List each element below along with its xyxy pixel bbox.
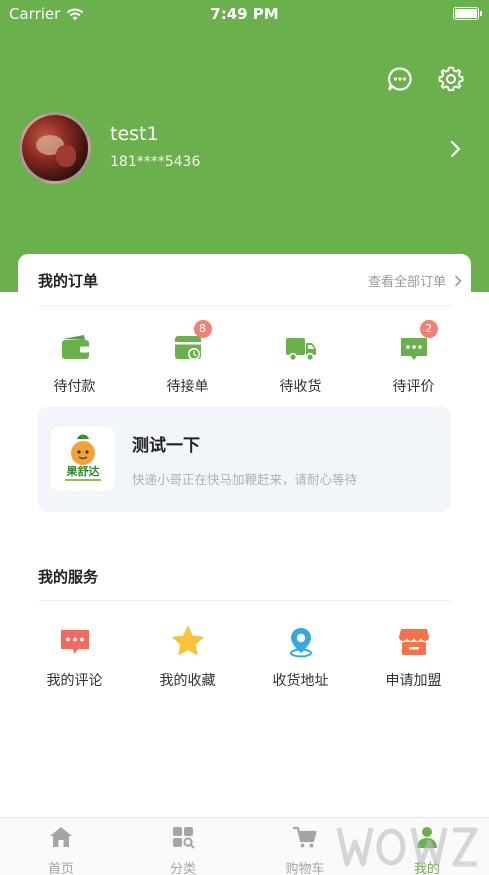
order-item-pending-review[interactable]: 2 待评价 (357, 320, 470, 396)
comment-icon (60, 630, 89, 654)
star-icon (172, 626, 203, 656)
chevron-right-icon (455, 275, 462, 286)
tab-home[interactable]: 首页 (11, 824, 111, 875)
order-item-pending-payment[interactable]: 待付款 (18, 330, 131, 396)
tab-label: 首页 (47, 862, 74, 875)
order-item-label: 待收货 (279, 379, 322, 395)
home-icon (50, 827, 72, 847)
phone-number: 181****5436 (110, 154, 201, 170)
see-all-orders-label: 查看全部订单 (367, 275, 446, 290)
shop-icon (398, 629, 429, 655)
notice-description: 快递小哥正在快马加鞭赶来，请耐心等待 (132, 472, 358, 487)
category-icon (173, 827, 195, 849)
order-item-pending-acceptance[interactable]: 8 待接单 (131, 320, 244, 396)
orders-divider (38, 305, 451, 306)
order-item-label: 待接单 (166, 379, 209, 395)
brand-logo: 果舒达 (51, 427, 115, 491)
delivery-notice-card[interactable]: 果舒达 测试一下 快递小哥正在快马加鞭赶来，请耐心等待 (38, 407, 451, 512)
tab-category[interactable]: 分类 (133, 824, 233, 875)
order-item-label: 待付款 (53, 379, 96, 395)
cart-icon (292, 826, 317, 848)
services-divider (38, 600, 451, 601)
delivery-truck-icon (285, 338, 316, 362)
battery-icon (453, 7, 482, 20)
service-item-shipping-address[interactable]: 收货地址 (244, 624, 357, 690)
service-item-my-comments[interactable]: 我的评论 (18, 624, 131, 690)
location-pin-icon (289, 628, 312, 658)
service-item-label: 我的评论 (46, 673, 103, 689)
service-item-my-favorites[interactable]: 我的收藏 (131, 624, 244, 690)
message-icon[interactable] (387, 66, 413, 92)
service-item-label: 申请加盟 (385, 673, 442, 689)
order-item-pending-delivery[interactable]: 待收货 (244, 330, 357, 396)
tab-label: 分类 (169, 862, 196, 875)
username: test1 (110, 123, 159, 145)
avatar[interactable] (19, 112, 91, 184)
gear-icon[interactable] (438, 66, 464, 92)
status-time: 7:49 PM (210, 5, 279, 23)
orders-title: 我的订单 (38, 272, 99, 290)
services-title: 我的服务 (38, 568, 99, 586)
see-all-orders-link[interactable]: 查看全部订单 (368, 271, 462, 290)
service-item-label: 我的收藏 (159, 673, 216, 689)
notice-title: 测试一下 (132, 436, 200, 456)
wallet-icon (61, 335, 89, 359)
watermark-logo (336, 827, 478, 867)
service-item-label: 收货地址 (272, 673, 329, 689)
brand-logo-text: 果舒达 (66, 464, 100, 478)
pending-review-badge: 2 (419, 320, 438, 338)
chevron-right-icon[interactable] (449, 139, 463, 159)
status-bar: Carrier 7:49 PM (0, 0, 489, 28)
pending-acceptance-badge: 8 (193, 320, 212, 338)
service-item-apply-franchise[interactable]: 申请加盟 (357, 624, 470, 690)
order-item-label: 待评价 (392, 379, 435, 395)
